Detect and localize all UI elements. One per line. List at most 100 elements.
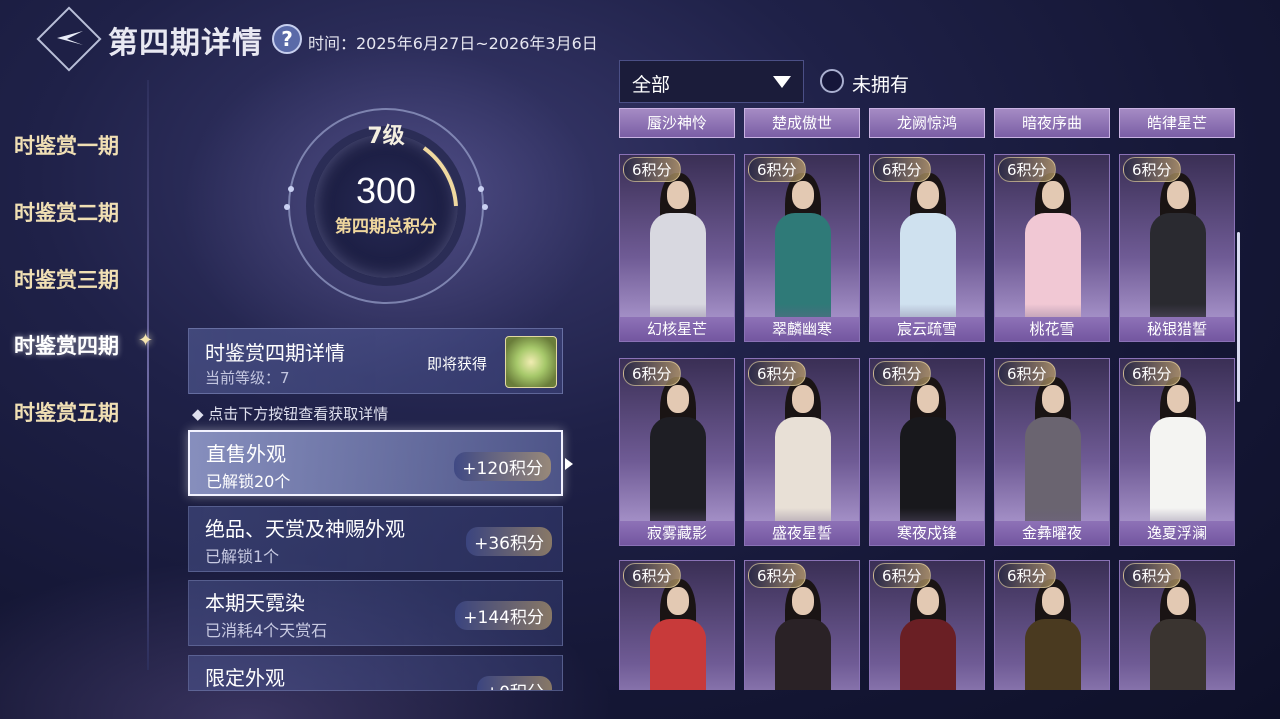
character-figure [900, 173, 956, 341]
figure-head [792, 181, 814, 209]
sidebar-item-period-5[interactable]: 时鉴赏五期 [14, 397, 119, 427]
character-figure [1025, 579, 1081, 690]
filter-value: 全部 [632, 74, 671, 96]
time-range: 时间：2025年6月27日~2026年3月6日 [308, 34, 598, 53]
outfit-card[interactable]: 6积分逸夏浮澜 [1119, 358, 1235, 546]
category-title: 限定外观 [205, 666, 285, 690]
outfit-card[interactable]: 6积分 [1119, 560, 1235, 690]
card-points-badge: 6积分 [873, 157, 931, 182]
total-score: 300 [355, 170, 417, 211]
ring-dot [284, 204, 290, 210]
outfit-card[interactable]: 6积分 [869, 560, 985, 690]
category-title: 直售外观 [206, 442, 286, 466]
figure-head [1167, 181, 1189, 209]
outfit-card[interactable]: 6积分 幻核星芒 [619, 154, 735, 342]
category-points-badge: +144积分 [455, 601, 552, 630]
outfit-name: 蜃沙神怜 [646, 114, 707, 132]
outfit-name: 逸夏浮澜 [1120, 521, 1234, 545]
card-points-badge: 6积分 [748, 563, 806, 588]
category-title: 本期天霓染 [205, 591, 305, 615]
category-subtitle: 已解锁20个 [206, 472, 291, 491]
active-sparkle-icon: ✦ [138, 330, 154, 351]
figure-head [1167, 385, 1189, 413]
character-figure [775, 173, 831, 341]
outfit-card[interactable]: 6积分 盛夜星誓 [744, 358, 860, 546]
outfit-card-partial[interactable]: 龙阙惊鸿 [869, 108, 985, 138]
outfit-name: 龙阙惊鸿 [896, 114, 957, 132]
category-direct-sale[interactable]: 直售外观 已解锁20个 +120积分 [188, 430, 563, 496]
page-title: 第四期详情 [108, 26, 263, 61]
category-dye[interactable]: 本期天霓染 已消耗4个天赏石 +144积分 [188, 580, 563, 646]
outfit-card[interactable]: 6积分 秘银猎誓 [1119, 154, 1235, 342]
character-figure [1150, 579, 1206, 690]
figure-head [917, 587, 939, 615]
category-points-badge: +0积分 [476, 676, 552, 690]
sidebar-item-period-4[interactable]: 时鉴赏四期 [14, 330, 119, 360]
outfit-name: 暗夜序曲 [1021, 114, 1082, 132]
outfit-card-partial[interactable]: 皓律星芒 [1119, 108, 1235, 138]
figure-head [792, 587, 814, 615]
outfit-card[interactable]: 6积分 [744, 560, 860, 690]
outfit-card-partial[interactable]: 蜃沙神怜 [619, 108, 735, 138]
category-premium-outfits[interactable]: 绝品、天赏及神赐外观 已解锁1个 +36积分 [188, 506, 563, 572]
help-icon[interactable]: ? [272, 24, 302, 54]
figure-head [1042, 587, 1064, 615]
category-points-badge: +120积分 [454, 452, 551, 481]
detail-current-level: 当前等级：7 [205, 369, 290, 387]
card-points-badge: 6积分 [623, 361, 681, 386]
character-figure [900, 579, 956, 690]
character-figure [900, 377, 956, 545]
outfit-card[interactable]: 6积分 寒夜戍锋 [869, 358, 985, 546]
outfit-card[interactable]: 6积分 [619, 560, 735, 690]
period-detail-card: 时鉴赏四期详情 当前等级：7 即将获得 [188, 328, 563, 394]
character-figure [1025, 173, 1081, 341]
sidebar-item-period-2[interactable]: 时鉴赏二期 [14, 197, 119, 227]
upcoming-reward-label: 即将获得 [427, 355, 488, 373]
chevron-down-icon [773, 76, 791, 88]
sidebar-item-period-1[interactable]: 时鉴赏一期 [14, 130, 119, 160]
outfit-name: 翠麟幽寒 [745, 317, 859, 341]
ring-dot [482, 204, 488, 210]
figure-outfit [650, 619, 706, 690]
outfit-name: 皓律星芒 [1146, 114, 1207, 132]
current-level: 7级 [367, 124, 405, 149]
figure-head [917, 181, 939, 209]
category-subtitle: 已消耗4个天赏石 [205, 621, 328, 640]
not-owned-radio[interactable] [820, 69, 844, 93]
character-figure [775, 579, 831, 690]
outfit-card-partial[interactable]: 暗夜序曲 [994, 108, 1110, 138]
outfit-card[interactable]: 6积分寂雾藏影 [619, 358, 735, 546]
character-figure [1150, 173, 1206, 341]
card-points-badge: 6积分 [1123, 361, 1181, 386]
not-owned-label: 未拥有 [852, 74, 910, 96]
card-points-badge: 6积分 [1123, 157, 1181, 182]
category-points-badge: +36积分 [466, 527, 552, 556]
outfit-name: 寂雾藏影 [620, 521, 734, 545]
card-points-badge: 6积分 [873, 361, 931, 386]
ring-dot [288, 186, 294, 192]
card-points-badge: 6积分 [748, 361, 806, 386]
selected-arrow-icon [565, 458, 573, 470]
outfit-card-partial[interactable]: 楚成傲世 [744, 108, 860, 138]
card-points-badge: 6积分 [998, 157, 1056, 182]
figure-outfit [1150, 619, 1206, 690]
outfit-card[interactable]: 6积分 [994, 560, 1110, 690]
filter-dropdown[interactable]: 全部 [619, 60, 804, 103]
grid-scrollbar[interactable] [1237, 232, 1240, 402]
sidebar-item-period-3[interactable]: 时鉴赏三期 [14, 264, 119, 294]
card-points-badge: 6积分 [1123, 563, 1181, 588]
category-limited[interactable]: 限定外观 +0积分 [188, 655, 563, 691]
outfit-card[interactable]: 6积分 桃花雪 [994, 154, 1110, 342]
figure-head [792, 385, 814, 413]
character-figure [1150, 377, 1206, 545]
outfit-card[interactable]: 6积分翠麟幽寒 [744, 154, 860, 342]
figure-outfit [1025, 619, 1081, 690]
outfit-name: 楚成傲世 [771, 114, 832, 132]
outfit-card[interactable]: 6积分 金彝曜夜 [994, 358, 1110, 546]
outfit-card[interactable]: 6积分 宸云疏雪 [869, 154, 985, 342]
reward-item-icon[interactable] [505, 336, 557, 388]
figure-head [667, 587, 689, 615]
card-points-badge: 6积分 [748, 157, 806, 182]
figure-outfit [900, 619, 956, 690]
figure-outfit [775, 619, 831, 690]
